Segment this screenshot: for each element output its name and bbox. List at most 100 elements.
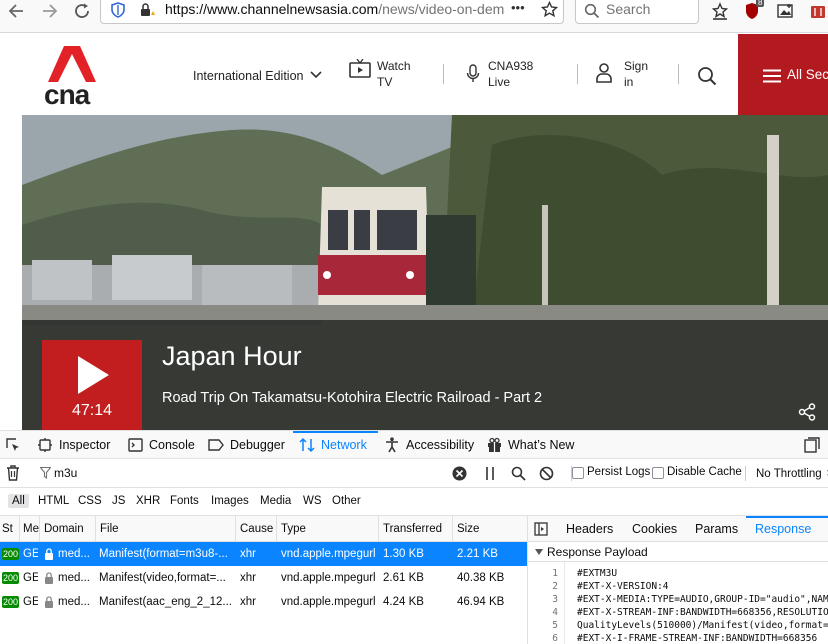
logo-wordmark: cna	[44, 79, 90, 110]
library-button[interactable]	[708, 0, 732, 21]
reload-button[interactable]	[70, 0, 94, 21]
column-size[interactable]: Size	[452, 516, 527, 542]
persist-logs-checkbox[interactable]	[572, 467, 584, 479]
cna-logo[interactable]: cna	[44, 42, 100, 110]
tab-params[interactable]: Params	[695, 516, 738, 542]
column-transferred[interactable]: Transferred	[378, 516, 452, 542]
request-type-filters: All HTML CSS JS XHR Fonts Images Media W…	[0, 488, 828, 516]
filter-all[interactable]: All	[8, 494, 29, 508]
filter-js[interactable]: JS	[108, 494, 129, 508]
debugger-icon	[208, 439, 224, 451]
video-info-overlay	[22, 320, 828, 430]
pause-icon[interactable]	[485, 467, 495, 480]
extension-button[interactable]	[806, 0, 828, 21]
request-type: vnd.apple.mpegurl	[281, 572, 376, 584]
request-transferred: 4.24 KB	[383, 596, 424, 608]
trash-icon[interactable]	[6, 465, 20, 481]
all-sections-label: All Sect	[787, 67, 828, 82]
filter-xhr[interactable]: XHR	[132, 494, 164, 508]
lock-icon	[44, 596, 54, 608]
filter-images[interactable]: Images	[207, 494, 253, 508]
forward-button[interactable]	[38, 0, 62, 21]
column-method[interactable]: Me	[19, 516, 39, 542]
search-placeholder: Search	[606, 1, 651, 17]
bookmark-star-icon[interactable]	[541, 1, 558, 18]
tab-debugger[interactable]: Debugger	[208, 431, 285, 459]
tab-whats-new-label: What’s New	[508, 438, 575, 452]
tab-cookies[interactable]: Cookies	[632, 516, 677, 542]
reload-icon	[73, 2, 91, 20]
screenshot-button[interactable]	[774, 0, 798, 21]
status-badge: 200	[2, 572, 19, 584]
filter-fonts[interactable]: Fonts	[166, 494, 203, 508]
request-domain: med...	[58, 596, 90, 608]
ublock-button[interactable]: 8	[742, 0, 766, 21]
watch-tv-line1: Watch	[377, 59, 411, 73]
search-requests-icon[interactable]	[511, 466, 526, 481]
column-domain[interactable]: Domain	[39, 516, 95, 542]
filter-css[interactable]: CSS	[74, 494, 106, 508]
response-code-view[interactable]: 1 #EXTM3U 2 #EXT-X-VERSION:4 3 #EXT-X-ME…	[528, 562, 828, 644]
console-icon	[128, 438, 143, 452]
url-filter-input[interactable]: m3u	[54, 466, 77, 480]
tab-network[interactable]: Network	[299, 431, 367, 459]
url-bar[interactable]: https://www.channelnewsasia.com/news/vid…	[100, 0, 564, 24]
line-number: 6	[552, 633, 558, 644]
all-sections-button[interactable]: All Sect	[738, 34, 828, 115]
back-button[interactable]	[4, 0, 28, 21]
edition-selector[interactable]: International Edition	[193, 68, 304, 84]
filter-html[interactable]: HTML	[34, 494, 73, 508]
devtools-tabbar: Inspector Console Debugger Network Acces…	[0, 430, 828, 459]
filter-other[interactable]: Other	[328, 494, 365, 508]
toggle-sidebar-icon[interactable]	[534, 522, 548, 536]
clear-filter-icon[interactable]	[452, 466, 467, 481]
line-number: 1	[552, 568, 558, 579]
request-row[interactable]: 200 GET med... Manifest(aac_eng_2_12... …	[0, 590, 527, 614]
request-row[interactable]: 200 GET med... Manifest(format=m3u8-... …	[0, 542, 527, 566]
request-cause: xhr	[240, 548, 256, 560]
request-type: vnd.apple.mpegurl	[281, 596, 376, 608]
chevron-down-icon[interactable]	[310, 71, 322, 79]
block-requests-icon[interactable]	[539, 466, 554, 481]
element-picker-icon[interactable]	[5, 437, 21, 453]
request-domain: med...	[58, 572, 90, 584]
request-row[interactable]: 200 GET med... Manifest(video,format=...…	[0, 566, 527, 590]
video-player[interactable]: 47:14 Japan Hour Road Trip On Takamatsu-…	[22, 115, 828, 430]
column-file[interactable]: File	[95, 516, 235, 542]
inspector-icon	[38, 438, 52, 452]
network-arrows-icon	[299, 437, 315, 453]
divider	[577, 64, 578, 84]
code-line: QualityLevels(510000)/Manifest(video,for…	[577, 620, 828, 631]
response-payload-header[interactable]: Response Payload	[528, 542, 828, 562]
page-actions-button[interactable]: •••	[511, 0, 525, 15]
url-text: https://www.channelnewsasia.com/news/vid…	[165, 1, 505, 17]
site-lock-icon[interactable]	[139, 2, 157, 18]
tab-whats-new[interactable]: What’s New	[487, 431, 574, 459]
divider	[678, 64, 679, 84]
share-icon[interactable]	[798, 403, 816, 421]
column-cause[interactable]: Cause	[235, 516, 276, 542]
filter-media[interactable]: Media	[256, 494, 295, 508]
column-type[interactable]: Type	[276, 516, 378, 542]
radio-line1: CNA938	[488, 59, 534, 73]
tracking-shield-icon[interactable]	[111, 2, 125, 18]
filter-ws[interactable]: WS	[299, 494, 326, 508]
tab-inspector[interactable]: Inspector	[38, 431, 110, 459]
dock-side-icon[interactable]	[804, 437, 820, 453]
lock-icon	[44, 572, 54, 584]
search-box[interactable]: Search	[575, 0, 699, 24]
code-line: #EXT-X-I-FRAME-STREAM-INF:BANDWIDTH=6683…	[577, 633, 818, 644]
disable-cache-checkbox[interactable]	[652, 467, 664, 479]
tab-headers[interactable]: Headers	[566, 516, 613, 542]
column-status[interactable]: St	[0, 516, 19, 542]
network-filter-toolbar: m3u Persist Logs Disable Cache No Thrott…	[0, 459, 828, 488]
throttling-select[interactable]: No Throttling ⇕	[756, 466, 828, 480]
radio-text: CNA938 Live	[488, 58, 548, 90]
edition-label: International Edition	[193, 69, 304, 83]
tab-accessibility[interactable]: Accessibility	[385, 431, 474, 459]
selected-tab-indicator	[746, 516, 828, 518]
play-button[interactable]: 47:14	[42, 340, 142, 430]
tab-console[interactable]: Console	[128, 431, 195, 459]
site-search-icon[interactable]	[697, 66, 717, 86]
tab-response[interactable]: Response	[755, 516, 811, 542]
